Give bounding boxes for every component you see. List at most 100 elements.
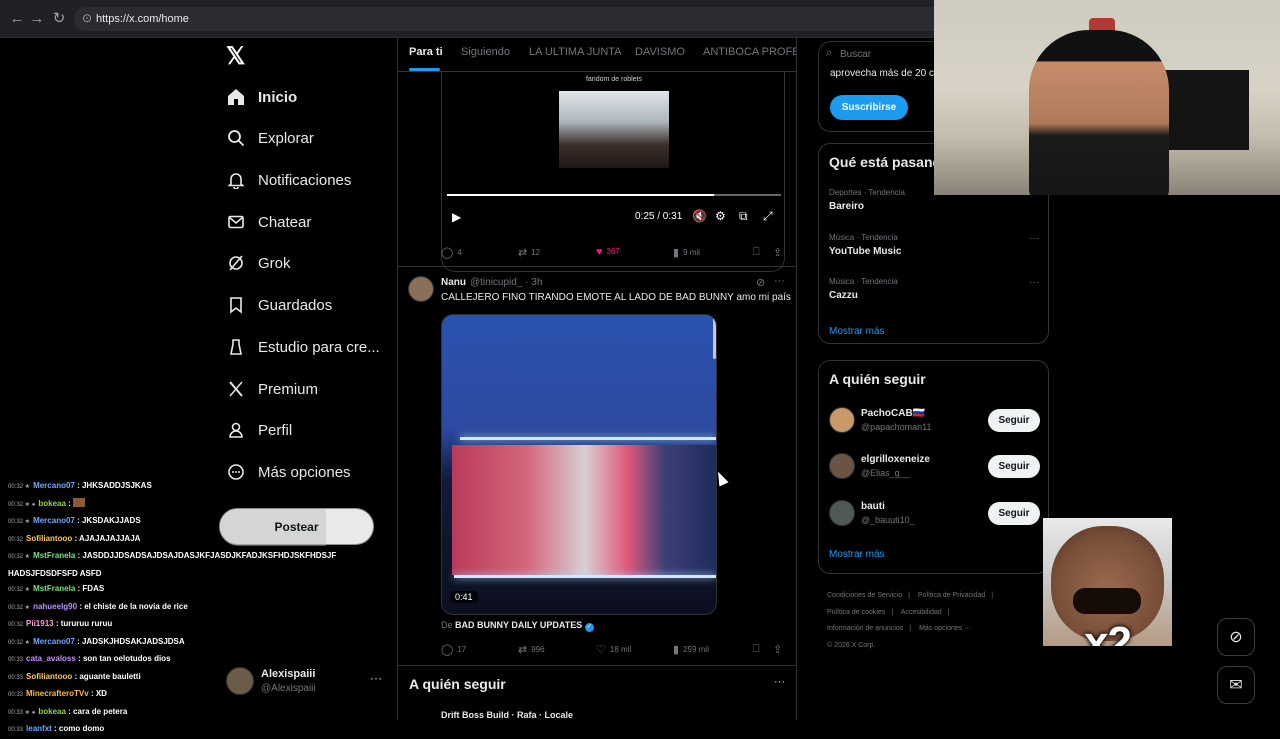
sidebar-item-perfil[interactable]: Perfil	[226, 415, 292, 445]
verified-badge-icon: ✓	[584, 623, 594, 632]
chat-text: : cara de petera	[68, 706, 128, 716]
subscribe-button[interactable]: Suscribirse	[830, 95, 908, 120]
tweet-author-handle[interactable]: @tinicupid_ · 3h	[470, 277, 542, 288]
retweet-icon: ⇄	[518, 247, 528, 259]
share-button[interactable]: ⇪	[773, 643, 786, 656]
retweet-button[interactable]: ⇄ 996	[518, 643, 545, 656]
follow-suggestion-peek[interactable]: Drift Boss Build · Rafa · Locale	[441, 710, 573, 720]
follow-suggestion[interactable]: bauti @_bauuti10_ Seguir	[829, 498, 1042, 530]
trend-meta: Música · Tendencia	[829, 233, 898, 242]
grok-floating-button[interactable]: ⊘	[1217, 618, 1255, 656]
tweet-video[interactable]: 0:41	[441, 314, 717, 615]
footer-link[interactable]: Política de cookies	[827, 609, 885, 616]
sidebar-item-inicio[interactable]: Inicio	[226, 82, 297, 112]
premium-text: aprovecha más de 20 c	[830, 68, 934, 79]
follow-suggestion[interactable]: PachoCAB🇷🇺 @papachoman11 Seguir	[829, 405, 1042, 437]
fullscreen-icon[interactable]: ⤢	[763, 209, 773, 224]
trend-topic: Bareiro	[829, 201, 865, 212]
sidebar-item-chatear[interactable]: Chatear	[226, 207, 311, 237]
chat-message: 00:33 ★ ● bokeaa : cara de petera	[8, 706, 128, 716]
trend-item[interactable]: Música · Tendencia YouTube Music ···	[829, 233, 1039, 257]
sidebar-item-notificaciones[interactable]: Notificaciones	[226, 165, 351, 195]
footer-link[interactable]: Información de anuncios	[827, 625, 903, 632]
tab-siguiendo[interactable]: Siguiendo	[461, 46, 510, 58]
follow-suggestion[interactable]: elgrilloxeneize @Elias_g__ Seguir	[829, 451, 1042, 483]
share-icon: ⇪	[773, 644, 783, 656]
chat-text: : JHKSADDJSJKAS	[77, 481, 152, 490]
timeline[interactable]: Para ti Siguiendo LA ULTIMA JUNTA DAVISM…	[397, 38, 797, 720]
trend-item[interactable]: Música · Tendencia Cazzu ···	[829, 277, 1039, 301]
mute-icon[interactable]: 🔇	[692, 209, 707, 223]
stream-chat: 00:32 ★ Mercano07 : JHKSADDJSJKAS 00:32 ★…	[8, 478, 338, 739]
views-button[interactable]: ▮ 9 mil	[673, 246, 700, 259]
forward-icon[interactable]: →	[28, 10, 46, 28]
messages-floating-button[interactable]: ✉	[1217, 666, 1255, 704]
sidebar-item-grok[interactable]: Grok	[226, 248, 291, 278]
address-bar[interactable]: ⊙ https://x.com/home	[74, 7, 944, 31]
more-dots-icon[interactable]: ···	[774, 275, 785, 287]
like-button[interactable]: ♡ 18 mil	[596, 643, 631, 656]
video-scene	[452, 445, 716, 575]
follow-name: bauti	[861, 501, 885, 512]
video-time: 0:25 / 0:31	[635, 211, 683, 222]
reload-icon[interactable]: ↻	[50, 10, 68, 28]
chat-text: : aguante bauletti	[74, 671, 141, 681]
x-logo-icon[interactable]: 𝕏	[226, 42, 245, 71]
show-more-link[interactable]: Mostrar más	[829, 549, 885, 560]
webcam-overlay	[934, 0, 1280, 195]
more-dots-icon[interactable]: ···	[1029, 233, 1039, 244]
play-icon[interactable]: ▶	[452, 210, 461, 224]
chat-text: : JKSDAKJJADS	[77, 516, 141, 525]
more-dots-icon[interactable]: ···	[1029, 277, 1039, 288]
video-player[interactable]: fandom de roblets ▶ 0:25 / 0:31 🔇 ⚙ ⧉ ⤢	[441, 72, 785, 272]
tab-antiboca[interactable]: ANTIBOCA PROFESI	[703, 46, 796, 58]
footer-link[interactable]: Política de Privacidad	[918, 592, 985, 599]
tweet[interactable]: Nanu @tinicupid_ · 3h ⊘ ··· CALLEJERO FI…	[398, 267, 796, 665]
video-source[interactable]: De BAD BUNNY DAILY UPDATES ✓	[441, 620, 594, 632]
tab-la-ultima-junta[interactable]: LA ULTIMA JUNTA	[529, 46, 622, 58]
views-button[interactable]: ▮ 259 mil	[673, 643, 709, 656]
follow-button[interactable]: Seguir	[988, 502, 1040, 525]
streamer-figure	[1029, 30, 1169, 195]
like-button[interactable]: ♥ 367	[596, 246, 620, 258]
sidebar-item-explorar[interactable]: Explorar	[226, 123, 314, 153]
reply-button[interactable]: ◯ 4	[441, 246, 462, 259]
show-more-link[interactable]: Mostrar más	[829, 326, 885, 337]
scrollbar[interactable]	[713, 315, 716, 359]
bookmark-button[interactable]: ⎕	[753, 246, 764, 259]
follow-button[interactable]: Seguir	[988, 409, 1040, 432]
follow-button[interactable]: Seguir	[988, 455, 1040, 478]
share-button[interactable]: ⇪	[773, 246, 786, 259]
tweet-author-name[interactable]: Nanu	[441, 277, 466, 288]
video-frame	[559, 91, 669, 168]
source-account[interactable]: BAD BUNNY DAILY UPDATES	[455, 620, 582, 630]
tab-para-ti[interactable]: Para ti	[409, 46, 443, 58]
grok-icon[interactable]: ⊘	[756, 276, 765, 289]
sidebar-item-estudio[interactable]: Estudio para cre...	[226, 332, 380, 362]
settings-icon[interactable]: ⚙	[715, 209, 726, 223]
retweet-button[interactable]: ⇄ 12	[518, 246, 540, 259]
sidebar-item-label: Inicio	[258, 88, 298, 106]
video-progress-bar[interactable]	[447, 194, 781, 196]
footer-link[interactable]: Condiciones de Servicio	[827, 592, 902, 599]
grok-icon	[226, 253, 246, 273]
more-dots-icon[interactable]: ···	[774, 676, 785, 688]
heart-icon: ♡	[596, 644, 606, 656]
avatar[interactable]	[408, 276, 434, 302]
chat-text: : el chiste de la novia de rice	[79, 601, 188, 611]
chat-message: 00:33 leanfxt : como domo	[8, 724, 105, 733]
more-dots-icon[interactable]: ···	[370, 671, 382, 685]
back-icon[interactable]: ←	[8, 10, 26, 28]
sidebar-item-premium[interactable]: Premium	[226, 374, 318, 404]
sidebar-item-guardados[interactable]: Guardados	[226, 290, 332, 320]
tab-davismo[interactable]: DAVISMO	[635, 46, 685, 58]
footer-link[interactable]: Más opciones ···	[919, 625, 971, 632]
who-to-follow-inline: A quién seguir ··· Drift Boss Build · Ra…	[398, 666, 796, 720]
pip-icon[interactable]: ⧉	[739, 209, 748, 224]
sidebar-item-label: Guardados	[258, 296, 333, 314]
reply-button[interactable]: ◯ 17	[441, 643, 466, 656]
site-info-icon[interactable]: ⊙	[82, 11, 92, 25]
bookmark-button[interactable]: ⎕	[753, 643, 764, 656]
footer-link[interactable]: Accesibilidad	[901, 609, 942, 616]
sidebar-item-label: Perfil	[258, 421, 293, 439]
